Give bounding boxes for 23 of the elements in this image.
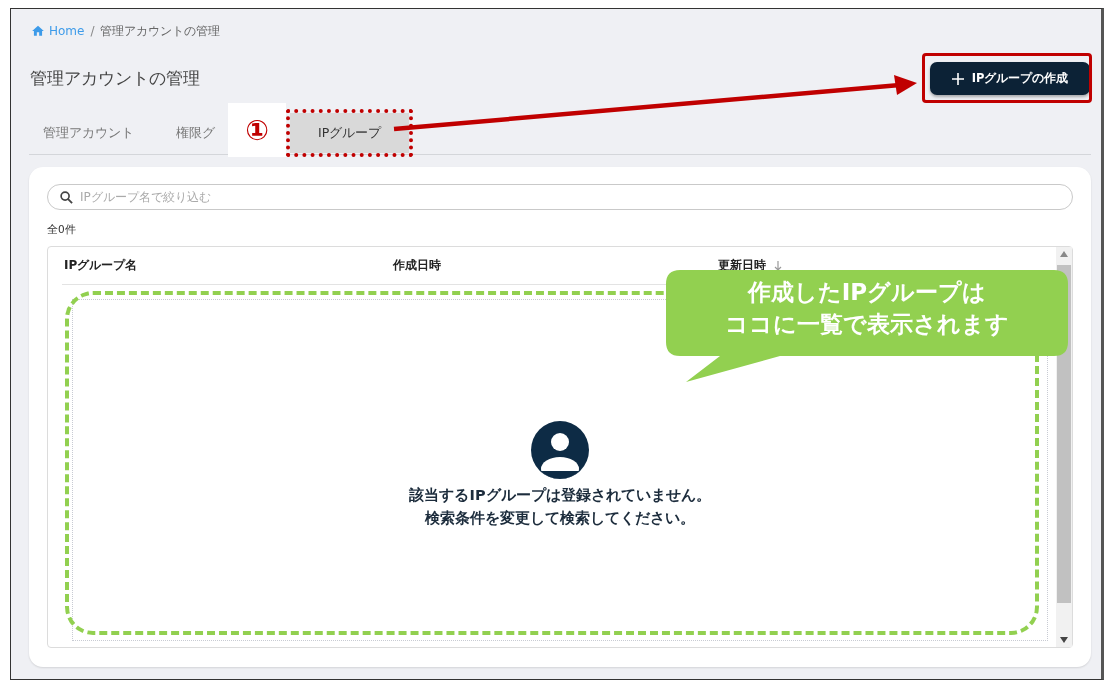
- search-field[interactable]: IPグループ名で絞り込む: [47, 184, 1073, 210]
- callout-text: 作成したIPグループは: [747, 278, 987, 307]
- breadcrumb-separator: /: [90, 24, 95, 38]
- plus-icon: [951, 72, 964, 85]
- empty-message: 検索条件を変更して検索してください。: [425, 508, 695, 528]
- tab[interactable]: 管理アカウント: [26, 113, 151, 153]
- search-icon: [60, 191, 73, 204]
- scroll-up-icon: [1060, 251, 1068, 257]
- breadcrumb-link[interactable]: Home: [31, 24, 85, 38]
- column-header: 作成日時: [393, 257, 441, 274]
- page-title: 管理アカウントの管理: [30, 67, 200, 90]
- breadcrumb-current: 管理アカウントの管理: [100, 22, 221, 40]
- tab[interactable]: IPグループ: [290, 113, 410, 153]
- step-marker: ①: [245, 113, 269, 147]
- empty-message: 該当するIPグループは登録されていません。: [409, 485, 711, 505]
- result-count: 全0件: [47, 223, 77, 237]
- person-icon: [531, 420, 589, 479]
- column-header: IPグループ名: [64, 257, 138, 274]
- scroll-down-icon: [1060, 637, 1068, 643]
- callout-text: ココに一覧で表示されます: [725, 310, 1009, 339]
- home-icon: [31, 24, 45, 38]
- create-button[interactable]: IPグループの作成: [930, 62, 1090, 95]
- tab[interactable]: 権限グ: [159, 113, 232, 153]
